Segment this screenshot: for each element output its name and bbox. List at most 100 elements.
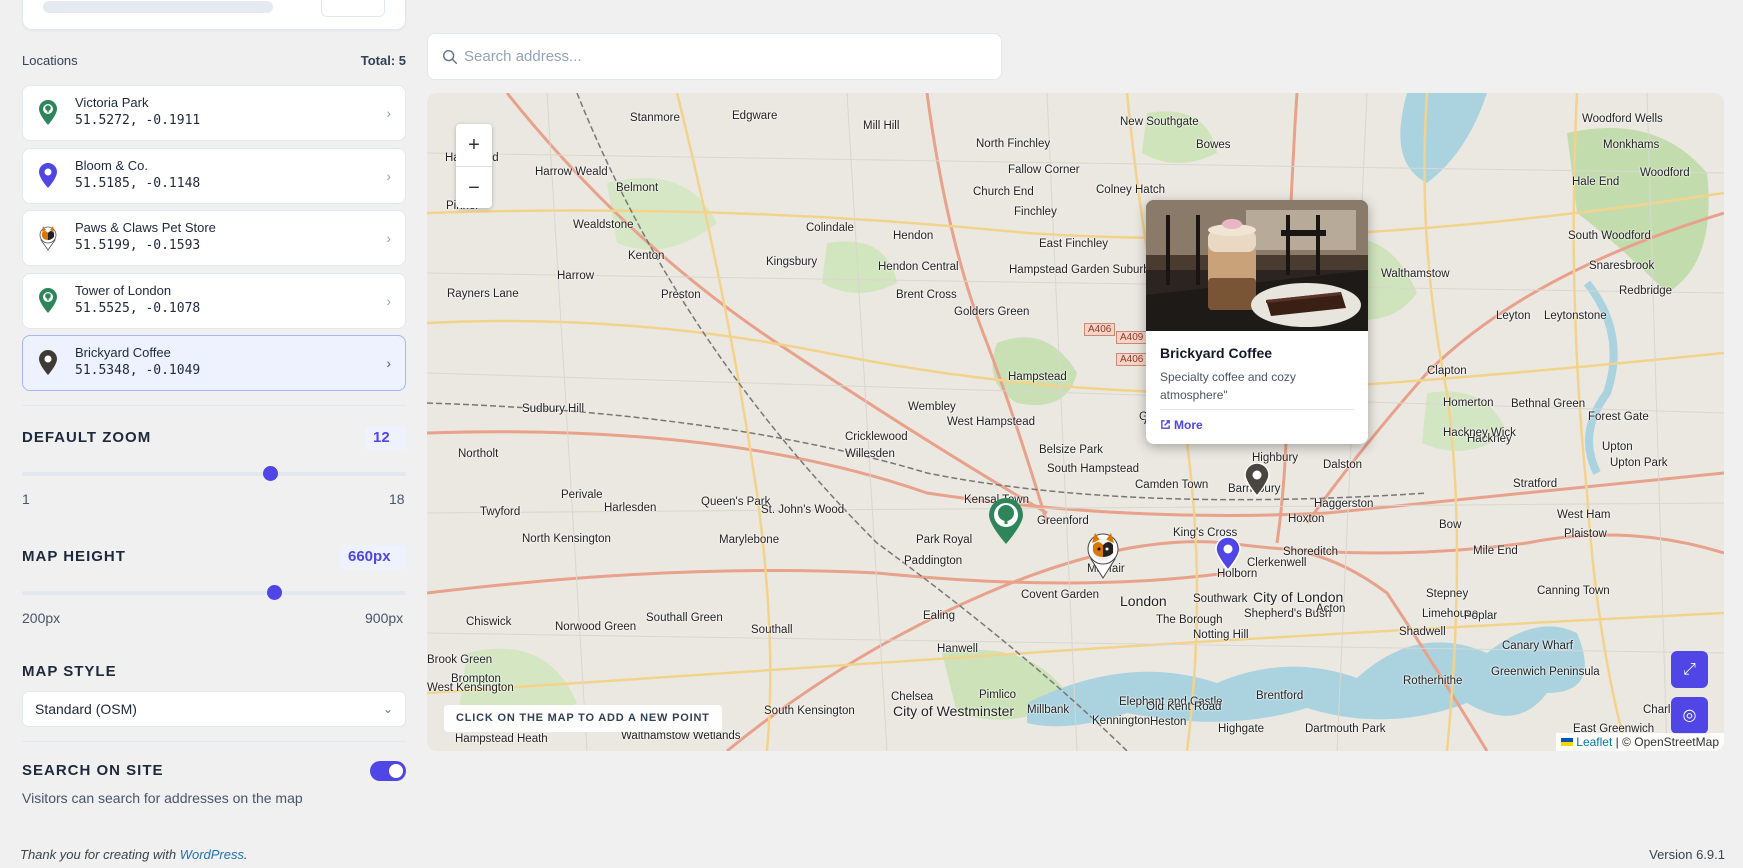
map-place-label: Canning Town [1537,585,1610,597]
map-place-label: Belsize Park [1039,444,1103,456]
map-place-label: Hendon [893,230,934,242]
map-place-label: Southwark [1193,593,1248,605]
map-place-label: Bowes [1196,139,1231,151]
map-style-select[interactable]: Standard (OSM) ⌄ [22,691,406,727]
location-coords: 51.5525, -0.1078 [75,301,201,316]
map-place-label: City of Westminster [893,703,1015,719]
default-zoom-label: DEFAULT ZOOM [22,429,152,446]
map-place-label: A406 [1084,323,1116,336]
divider [22,405,406,406]
map-place-label: Acton [1316,603,1346,615]
map-place-label: Hale End [1572,176,1620,188]
map-place-label: Clapton [1427,365,1467,377]
default-zoom-slider[interactable] [22,466,406,481]
popup-more-link[interactable]: More [1160,418,1203,432]
search-on-site-toggle[interactable] [370,761,406,781]
zoom-out-button[interactable]: − [456,166,492,208]
map-place-label: Fallow Corner [1008,164,1080,176]
map-place-label: London [1120,593,1167,609]
zoom-min: 1 [22,491,30,507]
chevron-right-icon: › [386,355,391,371]
map-place-label: A409 [1116,331,1148,344]
location-item[interactable]: Tower of London 51.5525, -0.1078 › [22,273,406,329]
expand-icon: ⤢ [1683,661,1696,678]
pin-icon [39,163,57,188]
map-height-slider[interactable] [22,585,406,600]
ukraine-flag-icon [1560,738,1573,746]
map-place-label: Walthamstow [1381,268,1450,280]
map-place-label: Edgware [732,110,778,122]
address-search[interactable] [427,33,1002,80]
map-place-label: Snaresbrook [1589,260,1655,272]
toggle-knob [389,764,403,778]
tree-pin-icon[interactable] [987,497,1025,545]
map-place-label: Hackney Wick [1443,427,1516,439]
search-on-site-help: Visitors can search for addresses on the… [22,790,303,806]
map-place-label: Camden Town [1135,479,1209,491]
map-place-label: Wembley [908,401,956,413]
locate-button[interactable]: ◎ [1671,697,1708,734]
map-place-label: Kingsbury [766,256,818,268]
map[interactable]: EdgwareStanmoreMill HillHatch EndHarrow … [427,93,1724,751]
location-name: Victoria Park [75,95,149,110]
tree-pin-icon [39,100,57,125]
cat-pin-icon [39,226,57,251]
location-item[interactable]: Paws & Claws Pet Store 51.5199, -0.1593 › [22,210,406,266]
leaflet-link[interactable]: Leaflet [1576,735,1612,749]
top-card-button[interactable] [321,0,385,17]
pin-icon[interactable] [1215,537,1241,571]
wordpress-link[interactable]: WordPress [180,847,244,862]
map-place-label: Upton Park [1610,457,1668,469]
map-place-label: Norwood Green [555,621,637,633]
map-place-label: Highgate [1218,723,1265,735]
map-place-label: Brent Cross [896,289,957,301]
location-item[interactable]: Victoria Park 51.5272, -0.1911 › [22,85,406,141]
map-place-label: Monkhams [1603,139,1660,151]
map-place-label: Harrow Weald [535,166,608,178]
map-place-label: Chelsea [891,691,934,703]
location-coords: 51.5199, -0.1593 [75,238,201,253]
coffee-pin-icon[interactable] [1244,463,1270,497]
popup-description: Specialty coffee and cozy atmosphere" [1160,370,1296,402]
map-place-label: South Hampstead [1047,463,1140,475]
top-card [22,0,406,30]
map-place-label: Leytonstone [1544,310,1607,322]
map-place-label: Rotherhithe [1403,675,1463,687]
search-input[interactable] [464,34,984,79]
map-height-thumb[interactable] [267,585,283,600]
location-item[interactable]: Brickyard Coffee 51.5348, -0.1049 › [22,335,406,391]
chevron-right-icon: › [386,230,391,246]
map-place-label: North Kensington [522,533,611,545]
map-place-label: Colindale [806,222,854,234]
osm-attribution: | © OpenStreetMap [1612,735,1719,749]
footer-thanks: Thank you for creating with WordPress. [20,847,248,862]
location-item[interactable]: Bloom & Co. 51.5185, -0.1148 › [22,148,406,204]
map-place-label: Brentford [1256,690,1304,702]
divider [22,741,406,742]
footer-version: Version 6.9.1 [1649,847,1725,862]
map-place-label: Stanmore [630,112,680,124]
map-place-label: Leyton [1496,310,1531,322]
map-place-label: South Woodford [1568,230,1651,242]
map-place-label: Northolt [458,448,499,460]
map-place-label: Mile End [1473,545,1518,557]
zoom-max: 18 [389,491,405,507]
map-hint: CLICK ON THE MAP TO ADD A NEW POINT [444,705,722,732]
map-place-label: Brompton [451,673,501,685]
map-place-label: Hampstead [1008,371,1067,383]
cat-pin-icon[interactable] [1083,531,1123,579]
fullscreen-button[interactable]: ⤢ [1671,651,1708,688]
zoom-in-button[interactable]: + [456,124,492,166]
map-place-label: Park Royal [916,534,973,546]
map-place-label: Twyford [480,506,521,518]
map-place-label: Stepney [1426,588,1469,600]
map-place-label: Marylebone [719,534,780,546]
map-place-label: Kenton [628,250,665,262]
search-icon [442,49,458,65]
map-place-label: Mill Hill [863,120,900,132]
map-place-label: Wealdstone [573,219,634,231]
default-zoom-value: 12 [365,426,406,450]
map-place-label: Southall [751,624,793,636]
location-name: Tower of London [75,283,172,298]
default-zoom-thumb[interactable] [263,466,279,481]
